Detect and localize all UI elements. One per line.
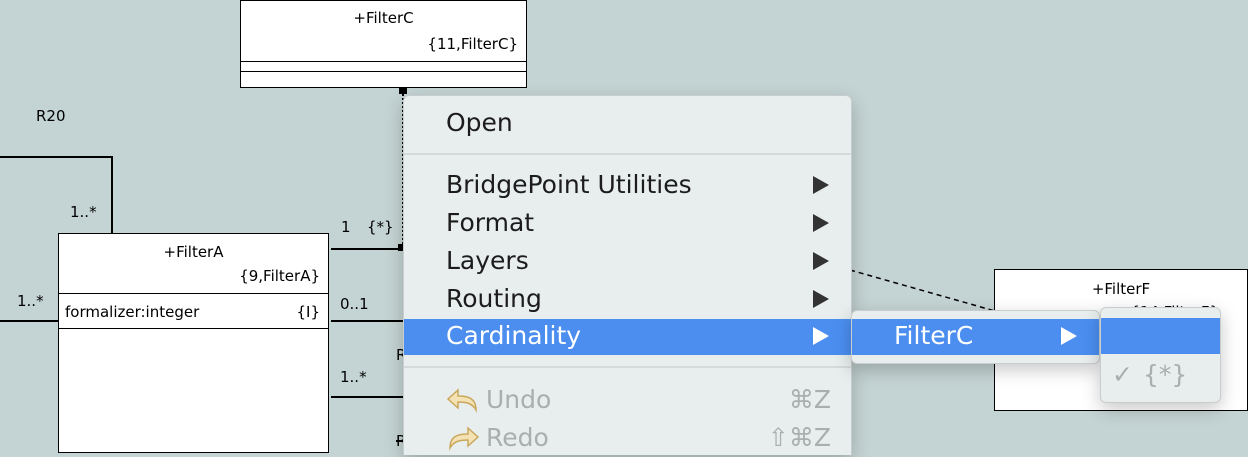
multiplicity-label[interactable]: 1..* bbox=[17, 292, 44, 310]
menu-item-cardinality[interactable]: Cardinality bbox=[404, 319, 851, 355]
menu-item-undo[interactable]: Undo ⌘Z bbox=[404, 383, 851, 419]
class-divider bbox=[59, 293, 328, 294]
menu-item-label: {*} bbox=[1143, 360, 1188, 389]
menu-item-label: Format bbox=[446, 208, 535, 237]
option-item-empty[interactable] bbox=[1101, 318, 1220, 354]
menu-item-label: Cardinality bbox=[446, 321, 582, 350]
context-menu: Open BridgePoint Utilities Format Layers… bbox=[403, 95, 852, 455]
menu-item-label: Layers bbox=[446, 246, 529, 275]
class-key-letters: {9,FilterA} bbox=[239, 267, 320, 285]
multiplicity-label[interactable]: {*} bbox=[367, 218, 394, 236]
submenu-item-filter-c[interactable]: FilterC bbox=[852, 319, 1099, 355]
class-divider bbox=[59, 328, 328, 329]
menu-item-shortcut: ⇧⌘Z bbox=[767, 423, 831, 452]
menu-item-label: BridgePoint Utilities bbox=[446, 170, 692, 199]
diagram-editor[interactable]: { "diagram": { "filter_c": { "name": "+F… bbox=[0, 0, 1248, 455]
relationship-label-r20[interactable]: R20 bbox=[36, 107, 66, 125]
attribute-name: formalizer:integer bbox=[65, 303, 200, 321]
redo-icon bbox=[449, 426, 480, 451]
menu-item-bridgepoint-utilities[interactable]: BridgePoint Utilities bbox=[404, 168, 851, 204]
checkmark-icon: ✓ bbox=[1112, 360, 1133, 389]
submenu-arrow-icon bbox=[813, 290, 829, 308]
cardinality-submenu: FilterC bbox=[851, 310, 1100, 364]
undo-icon bbox=[446, 388, 477, 413]
menu-separator bbox=[404, 366, 851, 368]
multiplicity-label[interactable]: 1..* bbox=[340, 368, 367, 386]
multiplicity-label[interactable]: 1..* bbox=[70, 203, 97, 221]
submenu-arrow-icon bbox=[813, 176, 829, 194]
menu-item-routing[interactable]: Routing bbox=[404, 282, 851, 318]
menu-item-label: Undo bbox=[486, 385, 552, 414]
menu-item-label: Routing bbox=[446, 284, 542, 313]
class-name: +FilterC bbox=[353, 9, 414, 27]
menu-item-shortcut: ⌘Z bbox=[788, 385, 831, 414]
class-name: +FilterF bbox=[1091, 280, 1151, 298]
class-divider bbox=[241, 71, 526, 72]
menu-item-label: FilterC bbox=[894, 321, 974, 350]
submenu-arrow-icon bbox=[813, 327, 829, 345]
option-item-star[interactable]: ✓ {*} bbox=[1101, 358, 1220, 394]
menu-separator bbox=[404, 153, 851, 155]
menu-item-layers[interactable]: Layers bbox=[404, 244, 851, 280]
attribute-tag: {I} bbox=[296, 303, 320, 321]
class-name: +FilterA bbox=[163, 243, 224, 261]
menu-item-format[interactable]: Format bbox=[404, 206, 851, 242]
multiplicity-label[interactable]: 0..1 bbox=[340, 295, 369, 313]
menu-item-label: Open bbox=[446, 108, 513, 137]
class-filter-a[interactable]: +FilterA {9,FilterA} formalizer:integer … bbox=[58, 233, 329, 453]
class-filter-c[interactable]: +FilterC {11,FilterC} bbox=[240, 0, 527, 88]
menu-item-redo[interactable]: Redo ⇧⌘Z bbox=[404, 421, 851, 457]
submenu-arrow-icon bbox=[813, 214, 829, 232]
class-key-letters: {11,FilterC} bbox=[427, 35, 518, 53]
menu-item-label: Redo bbox=[486, 423, 549, 452]
cardinality-options-menu: ✓ {*} bbox=[1100, 307, 1221, 403]
submenu-arrow-icon bbox=[813, 252, 829, 270]
class-divider bbox=[241, 61, 526, 62]
submenu-arrow-icon bbox=[1061, 327, 1077, 345]
multiplicity-label[interactable]: 1 bbox=[341, 218, 351, 236]
menu-item-open[interactable]: Open bbox=[404, 106, 851, 142]
